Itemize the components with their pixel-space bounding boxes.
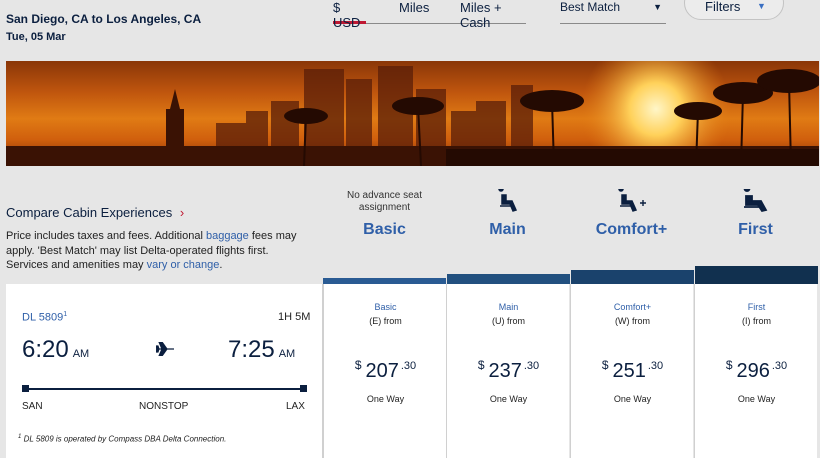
departure-ampm: AM bbox=[72, 348, 90, 360]
price-cents: .30 bbox=[523, 360, 540, 372]
trip-type: One Way bbox=[489, 394, 528, 404]
destination-airport: LAX bbox=[286, 401, 305, 412]
currency-symbol: $ bbox=[354, 358, 362, 372]
tab-miles-cash[interactable]: Miles + Cash bbox=[460, 0, 526, 30]
price-cents: .30 bbox=[647, 360, 664, 372]
departure-time-value: 6:20 bbox=[22, 336, 69, 363]
destination-banner-image bbox=[6, 61, 819, 166]
disclaimer-text: Price includes taxes and fees. Additiona… bbox=[6, 230, 206, 242]
travel-date: Tue, 05 Mar bbox=[6, 31, 66, 43]
price-amount: 237 bbox=[488, 360, 522, 382]
arrival-ampm: AM bbox=[278, 348, 296, 360]
currency-symbol: $ bbox=[601, 358, 609, 372]
cabin-bar-main bbox=[447, 274, 570, 284]
price-cents: .30 bbox=[771, 360, 788, 372]
arrival-time-value: 7:25 bbox=[228, 336, 275, 363]
currency-symbol: $ bbox=[725, 358, 733, 372]
baggage-link[interactable]: baggage bbox=[206, 230, 249, 242]
fare-cabin-name: Comfort+ bbox=[613, 302, 652, 312]
fare-class: (W) from bbox=[615, 316, 650, 326]
compare-cabin-link[interactable]: Compare Cabin Experiences › bbox=[6, 205, 184, 220]
origin-airport: SAN bbox=[22, 401, 43, 412]
fare-class: (U) from bbox=[492, 316, 525, 326]
price-amount: 251 bbox=[612, 360, 646, 382]
origin-marker bbox=[22, 385, 29, 392]
cabin-title-basic[interactable]: Basic bbox=[323, 221, 446, 239]
footnote-marker: 1 bbox=[63, 311, 68, 318]
flight-number: DL 5809 bbox=[22, 311, 64, 324]
currency-tabs: $ USD Miles Miles + Cash bbox=[333, 0, 526, 30]
trip-type: One Way bbox=[737, 394, 776, 404]
footnote-text: DL 5809 is operated by Compass DBA Delta… bbox=[23, 434, 227, 444]
destination-marker bbox=[300, 385, 307, 392]
flight-duration: 1H 5M bbox=[278, 311, 311, 323]
cabin-title-main[interactable]: Main bbox=[446, 221, 569, 239]
footnote-marker: 1 bbox=[18, 434, 22, 440]
price-amount: 296 bbox=[736, 360, 770, 382]
filters-button[interactable]: Filters ▼ bbox=[684, 0, 784, 20]
price-disclaimer: Price includes taxes and fees. Additiona… bbox=[6, 229, 311, 273]
sort-dropdown[interactable]: Best Match ▼ bbox=[560, 0, 666, 24]
sort-label: Best Match bbox=[560, 0, 621, 14]
cabin-bar-comfort bbox=[571, 270, 694, 284]
fare-cabin-name: Basic bbox=[374, 302, 397, 312]
compare-cabin-label: Compare Cabin Experiences bbox=[6, 205, 173, 220]
first-seat-icon bbox=[694, 189, 817, 218]
currency-symbol: $ bbox=[477, 358, 485, 372]
basic-seat-note: No advance seat assignment bbox=[346, 190, 423, 213]
fare-cell-basic[interactable]: Basic (E) from $207.30 One Way bbox=[323, 284, 446, 458]
fare-cabin-name: Main bbox=[498, 302, 519, 312]
fare-price: $237.30 bbox=[447, 358, 570, 383]
fare-cabin-name: First bbox=[747, 302, 766, 312]
filters-label: Filters bbox=[705, 0, 741, 14]
fare-price: $207.30 bbox=[324, 358, 447, 383]
caret-down-icon: ▼ bbox=[653, 2, 662, 12]
tab-usd[interactable]: $ USD bbox=[333, 0, 366, 30]
airplane-icon bbox=[155, 341, 174, 361]
fare-class: (E) from bbox=[369, 316, 402, 326]
price-cents: .30 bbox=[400, 360, 417, 372]
sunset-skyline-illustration bbox=[6, 61, 819, 166]
stops-label: NONSTOP bbox=[139, 401, 189, 412]
flight-card[interactable]: DL 58091 1H 5M 6:20 AM 7:25 AM SAN NONSTOP… bbox=[6, 284, 323, 458]
fare-price: $296.30 bbox=[695, 358, 818, 383]
trip-type: One Way bbox=[366, 394, 405, 404]
departure-time: 6:20 AM bbox=[22, 336, 89, 364]
fare-class: (I) from bbox=[742, 316, 771, 326]
tab-miles[interactable]: Miles bbox=[399, 0, 429, 24]
disclaimer-text: . bbox=[219, 259, 223, 271]
flight-number-link[interactable]: DL 58091 bbox=[22, 311, 67, 324]
seat-icon bbox=[446, 189, 569, 218]
cabin-bar-first bbox=[695, 266, 818, 284]
cabin-title-first[interactable]: First bbox=[694, 221, 817, 239]
fare-price: $251.30 bbox=[571, 358, 694, 383]
fare-cell-comfort[interactable]: Comfort+ (W) from $251.30 One Way bbox=[570, 284, 693, 458]
caret-down-icon: ▼ bbox=[757, 1, 766, 11]
vary-change-link[interactable]: vary or change bbox=[147, 259, 220, 271]
fare-cell-first[interactable]: First (I) from $296.30 One Way bbox=[694, 284, 817, 458]
arrival-time: 7:25 AM bbox=[228, 336, 295, 364]
route-title: San Diego, CA to Los Angeles, CA bbox=[6, 12, 202, 26]
chevron-right-icon: › bbox=[179, 205, 185, 220]
operator-footnote: 1 DL 5809 is operated by Compass DBA Del… bbox=[18, 434, 226, 444]
seat-plus-icon bbox=[570, 189, 693, 218]
cabin-title-comfort[interactable]: Comfort+ bbox=[570, 221, 693, 239]
price-amount: 207 bbox=[365, 360, 399, 382]
trip-type: One Way bbox=[613, 394, 652, 404]
route-line bbox=[25, 388, 306, 390]
fare-cell-main[interactable]: Main (U) from $237.30 One Way bbox=[446, 284, 569, 458]
